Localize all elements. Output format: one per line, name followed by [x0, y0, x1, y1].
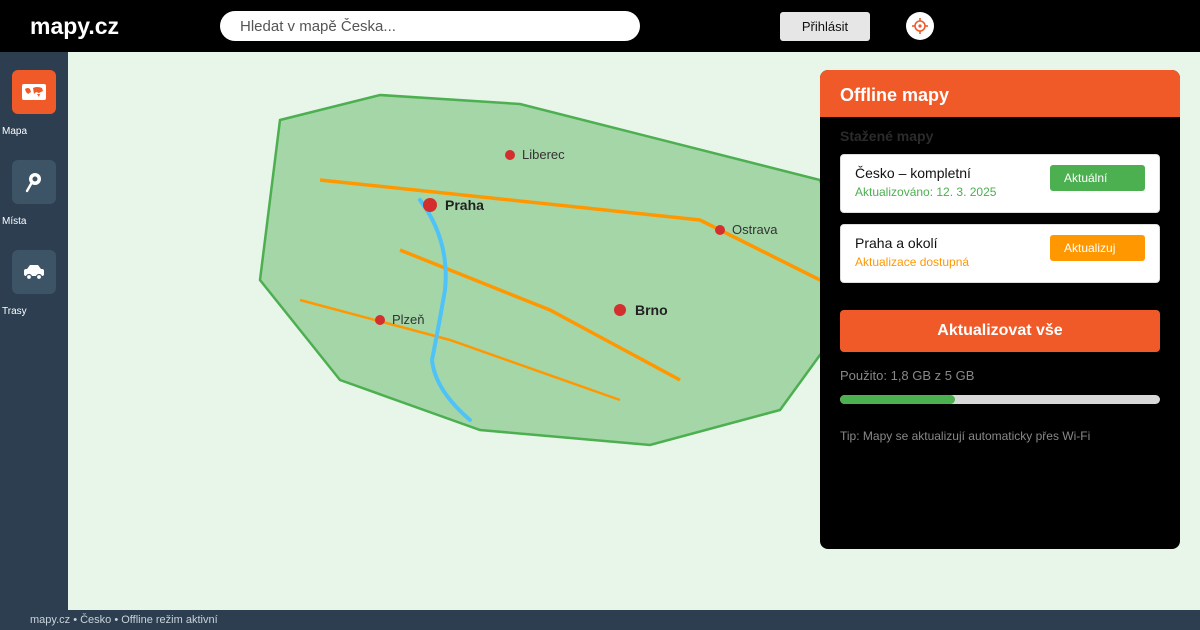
city-label-plzen: Plzeň	[392, 312, 425, 327]
world-map-icon	[22, 84, 46, 100]
sidebar-item-mapa[interactable]	[12, 70, 56, 114]
sidebar-label-trasy: Trasy	[2, 306, 27, 317]
city-marker-liberec	[505, 150, 515, 160]
sidebar-label-mista: Místa	[2, 216, 27, 227]
storage-usage-fill	[840, 395, 956, 404]
city-label-brno: Brno	[635, 302, 668, 318]
app-logo[interactable]: mapy.cz	[30, 13, 119, 40]
offline-maps-panel: Offline mapy Stažené mapy Česko – komple…	[820, 70, 1180, 549]
map-item-status: Aktualizováno: 12. 3. 2025	[855, 185, 997, 199]
panel-title: Offline mapy	[820, 70, 1180, 117]
crosshair-icon	[912, 18, 928, 34]
up-to-date-badge: Aktuální	[1050, 165, 1145, 191]
map-item-name: Česko – kompletní	[855, 165, 971, 181]
offline-map-item[interactable]: Česko – kompletní Aktualizováno: 12. 3. …	[840, 154, 1160, 213]
login-button[interactable]: Přihlásit	[780, 12, 870, 41]
city-marker-plzen	[375, 315, 385, 325]
update-button[interactable]: Aktualizuj	[1050, 235, 1145, 261]
update-all-button[interactable]: Aktualizovat vše	[840, 310, 1160, 352]
status-footer: mapy.cz • Česko • Offline režim aktivní	[0, 610, 1200, 630]
map-item-status: Aktualizace dostupná	[855, 255, 970, 269]
city-marker-brno	[614, 304, 626, 316]
city-marker-ostrava	[715, 225, 725, 235]
sidebar-item-mista[interactable]	[12, 160, 56, 204]
tip-text: Tip: Mapy se aktualizují automaticky pře…	[840, 429, 1091, 443]
storage-usage-bar	[840, 395, 1160, 404]
sidebar-item-trasy[interactable]	[12, 250, 56, 294]
search-input[interactable]	[220, 11, 640, 41]
car-icon	[24, 265, 44, 281]
sidebar-label-mapa: Mapa	[2, 126, 28, 137]
panel-subtitle: Stažené mapy	[840, 128, 934, 144]
city-label-liberec: Liberec	[522, 147, 565, 162]
city-marker-praha	[423, 198, 437, 212]
pin-icon	[25, 173, 41, 193]
map-item-name: Praha a okolí	[855, 235, 938, 251]
city-label-praha: Praha	[445, 197, 484, 213]
locate-button[interactable]	[906, 12, 934, 40]
sidebar: Mapa Místa Trasy	[0, 52, 68, 610]
top-bar: mapy.cz Přihlásit	[0, 0, 1200, 52]
offline-map-item[interactable]: Praha a okolí Aktualizace dostupná Aktua…	[840, 224, 1160, 283]
city-label-ostrava: Ostrava	[732, 222, 778, 237]
storage-usage-text: Použito: 1,8 GB z 5 GB	[840, 368, 975, 383]
